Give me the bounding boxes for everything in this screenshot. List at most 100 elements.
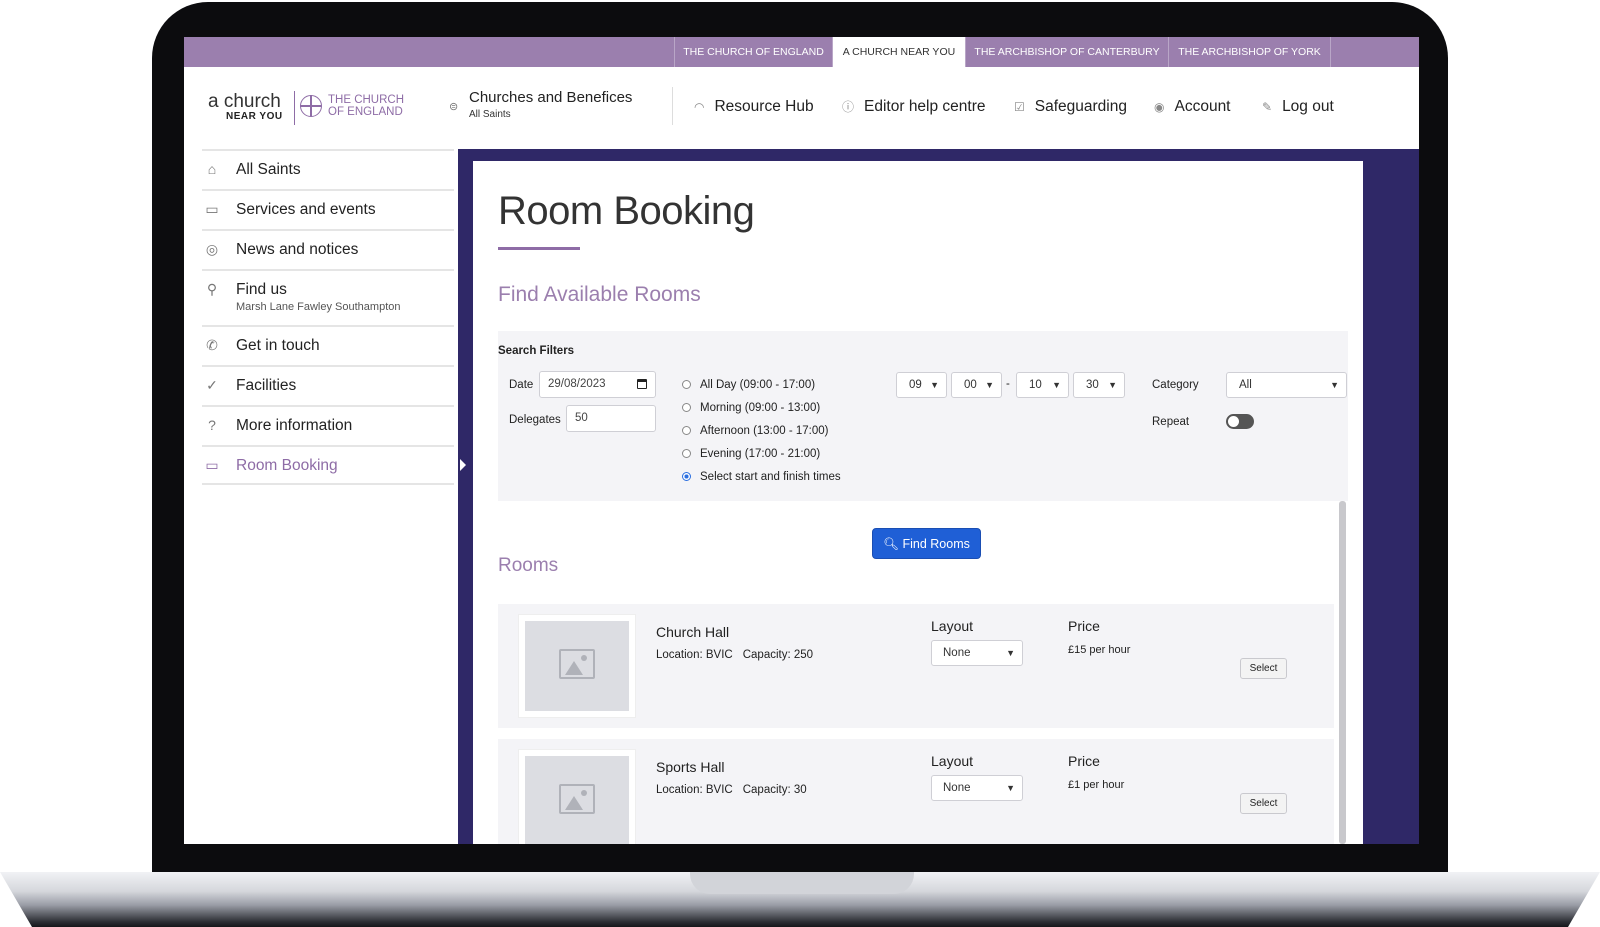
- sidebar-item-get-in-touch[interactable]: ✆ Get in touch: [202, 325, 454, 365]
- nav-editor-help-label: Editor help centre: [864, 98, 986, 115]
- nav-safeguarding[interactable]: ☑ Safeguarding: [1014, 98, 1127, 116]
- room-location: Location: BVIC: [656, 784, 733, 796]
- calendar-icon: ▭: [205, 201, 219, 217]
- active-indicator-arrow: [460, 459, 466, 471]
- question-circle-icon: ?: [208, 417, 216, 433]
- nav-account-label: Account: [1174, 98, 1231, 115]
- content-scrollbar[interactable]: [1339, 501, 1346, 844]
- delegates-input[interactable]: 50: [566, 405, 656, 432]
- topbar-link-archbishop-york[interactable]: THE ARCHBISHOP OF YORK: [1168, 37, 1331, 67]
- search-filters: Search Filters Date 29/08/2023 Delegates…: [498, 331, 1348, 501]
- pin-icon: ⚲: [206, 281, 218, 297]
- radio-select-times[interactable]: Select start and finish times: [682, 471, 841, 483]
- sidebar-item-news-notices[interactable]: ◎ News and notices: [202, 229, 454, 269]
- wrench-icon: ✎: [1262, 100, 1273, 114]
- churches-benefices-nav[interactable]: ⊜ Churches and Benefices All Saints: [449, 89, 633, 120]
- delegates-label: Delegates: [509, 414, 561, 426]
- room-image: [518, 749, 636, 844]
- broadcast-icon: ◎: [205, 241, 219, 257]
- date-label: Date: [509, 379, 534, 391]
- nav-log-out-label: Log out: [1282, 98, 1334, 115]
- room-capacity: Capacity: 30: [742, 784, 807, 796]
- sidebar-item-room-booking[interactable]: ▭ Room Booking: [202, 445, 454, 485]
- sidebar-item-all-saints[interactable]: ⌂ All Saints: [202, 149, 454, 189]
- select-room-button[interactable]: Select: [1240, 658, 1287, 679]
- chevron-down-icon: ▼: [1006, 648, 1015, 658]
- chevron-down-icon: ▼: [1330, 380, 1339, 390]
- topbar-link-church-of-england[interactable]: THE CHURCH OF ENGLAND: [674, 37, 832, 67]
- layout-select[interactable]: None ▼: [931, 640, 1023, 666]
- site-logo[interactable]: a church NEAR YOU THE CHURCH OF ENGLAND: [208, 89, 408, 129]
- sidebar-item-sub: Marsh Lane Fawley Southampton: [236, 301, 401, 313]
- radio-afternoon[interactable]: Afternoon (13:00 - 17:00): [682, 425, 829, 437]
- topbar-link-a-church-near-you[interactable]: A CHURCH NEAR YOU: [832, 37, 965, 67]
- logo-near-you: NEAR YOU: [226, 111, 283, 122]
- sidebar-item-more-information[interactable]: ? More information: [202, 405, 454, 445]
- radio-circle[interactable]: [682, 449, 691, 458]
- list-icon: ⊜: [449, 101, 459, 113]
- logo-coe-line1: THE CHURCH: [328, 94, 405, 106]
- sidebar-item-facilities[interactable]: ✓ Facilities: [202, 365, 454, 405]
- select-room-button[interactable]: Select: [1240, 793, 1287, 814]
- room-price: £1 per hour: [1068, 779, 1125, 791]
- top-bar: THE CHURCH OF ENGLAND A CHURCH NEAR YOU …: [184, 37, 1419, 67]
- nav-resource-hub[interactable]: ◠ Resource Hub: [694, 98, 814, 116]
- category-label: Category: [1152, 379, 1199, 391]
- calendar-icon: ▭: [205, 457, 219, 473]
- image-icon: [559, 649, 595, 679]
- price-heading: Price: [1068, 753, 1100, 769]
- check-circle-icon: ✓: [206, 377, 218, 393]
- nav-account[interactable]: ◉ Account: [1154, 98, 1231, 116]
- radio-circle[interactable]: [682, 426, 691, 435]
- radio-circle-selected[interactable]: [682, 472, 691, 481]
- chevron-down-icon: ▼: [985, 380, 994, 390]
- churches-benefices-sub: All Saints: [469, 109, 511, 120]
- rainbow-icon: ◠: [694, 100, 705, 114]
- date-input[interactable]: 29/08/2023: [539, 371, 656, 398]
- search-filters-title: Search Filters: [498, 345, 575, 357]
- chevron-down-icon: ▼: [1006, 783, 1015, 793]
- delegates-value: 50: [575, 412, 588, 424]
- sidebar-item-label: News and notices: [236, 241, 359, 258]
- sidebar-item-label: More information: [236, 417, 353, 434]
- radio-label: All Day (09:00 - 17:00): [700, 379, 816, 391]
- room-booking-panel: Room Booking Find Available Rooms Search…: [473, 161, 1363, 844]
- find-rooms-label: Find Rooms: [902, 537, 970, 551]
- radio-label: Afternoon (13:00 - 17:00): [700, 425, 829, 437]
- site-header: a church NEAR YOU THE CHURCH OF ENGLAND …: [184, 67, 1419, 149]
- end-minute-select[interactable]: 30 ▼: [1073, 372, 1125, 398]
- room-price: £15 per hour: [1068, 644, 1131, 656]
- find-rooms-button[interactable]: 🔍︎ Find Rooms: [872, 528, 981, 559]
- room-meta: Location: BVIC Capacity: 250: [656, 649, 813, 661]
- start-minute-select[interactable]: 00 ▼: [951, 372, 1002, 398]
- image-placeholder: [525, 621, 629, 711]
- radio-evening[interactable]: Evening (17:00 - 21:00): [682, 448, 820, 460]
- radio-circle[interactable]: [682, 380, 691, 389]
- radio-morning[interactable]: Morning (09:00 - 13:00): [682, 402, 820, 414]
- nav-log-out[interactable]: ✎ Log out: [1262, 98, 1334, 116]
- layout-value: None: [943, 782, 971, 794]
- category-select[interactable]: All ▼: [1226, 372, 1347, 398]
- sidebar-item-find-us[interactable]: ⚲ Find us Marsh Lane Fawley Southampton: [202, 269, 454, 325]
- price-heading: Price: [1068, 618, 1100, 634]
- room-capacity: Capacity: 250: [742, 649, 814, 661]
- checkbox-icon: ☑: [1014, 100, 1025, 114]
- layout-select[interactable]: None ▼: [931, 775, 1023, 801]
- end-hour-select[interactable]: 10 ▼: [1016, 372, 1069, 398]
- start-hour-select[interactable]: 09 ▼: [896, 372, 947, 398]
- start-hour-value: 09: [909, 379, 922, 391]
- churches-benefices-title: Churches and Benefices: [469, 89, 633, 106]
- nav-safeguarding-label: Safeguarding: [1034, 98, 1127, 115]
- user-icon: ◉: [1154, 100, 1165, 114]
- radio-circle[interactable]: [682, 403, 691, 412]
- browser-screen: THE CHURCH OF ENGLAND A CHURCH NEAR YOU …: [184, 37, 1419, 844]
- calendar-icon[interactable]: [637, 379, 647, 389]
- repeat-toggle[interactable]: [1226, 414, 1254, 429]
- radio-label: Evening (17:00 - 21:00): [700, 448, 821, 460]
- topbar-link-archbishop-canterbury[interactable]: THE ARCHBISHOP OF CANTERBURY: [965, 37, 1168, 67]
- nav-editor-help[interactable]: ⓘ Editor help centre: [842, 98, 986, 116]
- sidebar-item-services-events[interactable]: ▭ Services and events: [202, 189, 454, 229]
- radio-all-day[interactable]: All Day (09:00 - 17:00): [682, 379, 815, 391]
- layout-heading: Layout: [931, 753, 974, 769]
- chevron-down-icon: ▼: [1052, 380, 1061, 390]
